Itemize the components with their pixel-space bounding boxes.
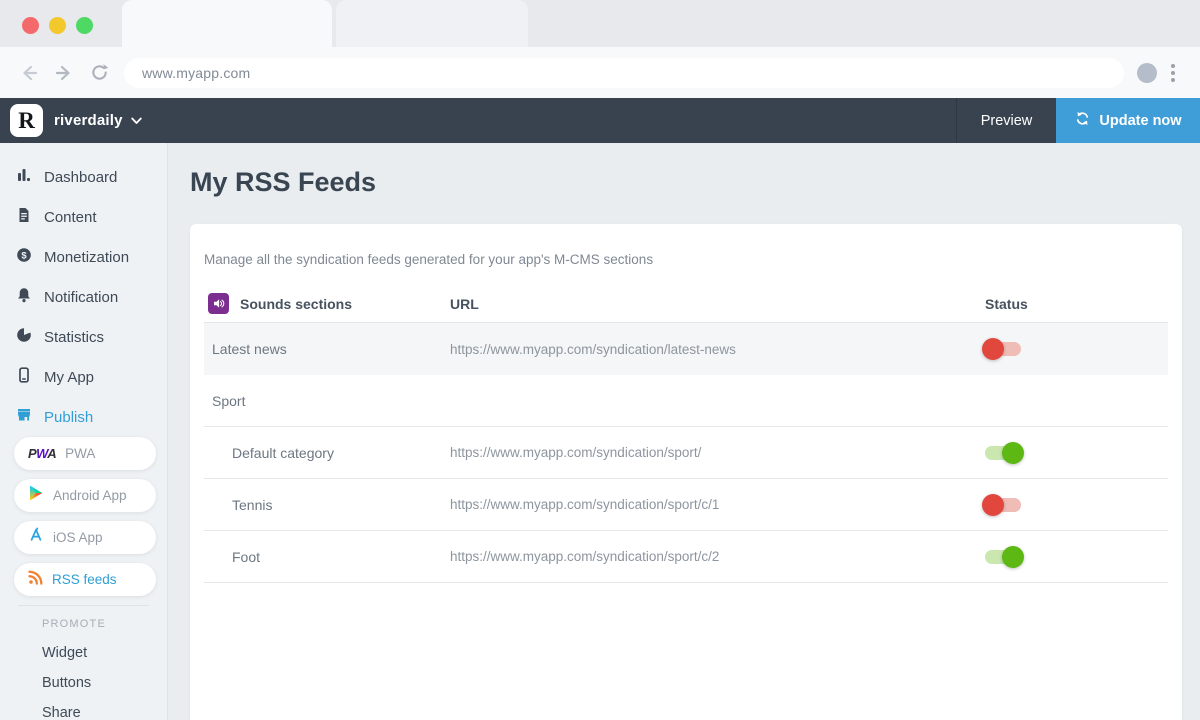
browser-tab-inactive[interactable] (336, 0, 528, 47)
pie-chart-icon (16, 327, 32, 348)
forward-icon[interactable] (53, 62, 75, 84)
sidebar-item-buttons[interactable]: Buttons (0, 668, 167, 698)
sidebar-item-notification[interactable]: Notification (0, 277, 167, 317)
pwa-logo-icon: PWA (28, 446, 56, 461)
reload-icon[interactable] (88, 62, 110, 84)
sidebar-item-publish[interactable]: Publish (0, 397, 167, 437)
app-store-icon (28, 527, 44, 548)
browser-tabstrip (0, 0, 1200, 47)
publish-option-ios[interactable]: iOS App (14, 521, 156, 554)
sidebar-item-statistics[interactable]: Statistics (0, 317, 167, 357)
preview-button[interactable]: Preview (956, 98, 1056, 143)
main-content: My RSS Feeds Manage all the syndication … (168, 143, 1200, 720)
chevron-down-icon[interactable] (131, 112, 142, 130)
sidebar-item-widget[interactable]: Widget (0, 638, 167, 668)
update-now-button[interactable]: Update now (1056, 98, 1200, 143)
rss-feeds-card: Manage all the syndication feeds generat… (190, 224, 1182, 720)
back-icon[interactable] (18, 62, 40, 84)
browser-profile-avatar[interactable] (1137, 63, 1157, 83)
table-row: Tennis https://www.myapp.com/syndication… (204, 479, 1168, 531)
sidebar: Dashboard Content $ Monetization Notific… (0, 143, 168, 720)
publish-option-rss[interactable]: RSS feeds (14, 563, 156, 596)
google-play-icon (28, 485, 44, 506)
column-header-status: Status (985, 296, 1168, 312)
status-toggle[interactable] (985, 498, 1021, 512)
table-row: Latest news https://www.myapp.com/syndic… (204, 323, 1168, 375)
promote-section-label: PROMOTE (0, 618, 167, 630)
address-bar-url: www.myapp.com (142, 65, 250, 81)
app-name: riverdaily (54, 112, 123, 129)
page-title: My RSS Feeds (190, 167, 1182, 198)
table-row: Foot https://www.myapp.com/syndication/s… (204, 531, 1168, 583)
status-toggle[interactable] (985, 342, 1021, 356)
table-group-row: Sport (204, 375, 1168, 427)
app-logo-letter: R (18, 108, 35, 134)
status-toggle[interactable] (985, 550, 1021, 564)
address-bar[interactable]: www.myapp.com (124, 58, 1124, 88)
maximize-window-button[interactable] (76, 17, 93, 34)
minimize-window-button[interactable] (49, 17, 66, 34)
publish-option-pwa[interactable]: PWA PWA (14, 437, 156, 470)
feed-name: Latest news (204, 341, 450, 357)
feed-url: https://www.myapp.com/syndication/latest… (450, 342, 985, 357)
sidebar-item-dashboard[interactable]: Dashboard (0, 157, 167, 197)
sidebar-divider (18, 605, 149, 606)
column-header-url: URL (450, 296, 985, 312)
feed-name: Foot (204, 549, 450, 565)
app-logo[interactable]: R (10, 104, 43, 137)
dollar-circle-icon: $ (16, 247, 32, 268)
close-window-button[interactable] (22, 17, 39, 34)
rss-icon (28, 570, 43, 590)
column-header-sections: Sounds sections (240, 296, 352, 312)
publish-option-android[interactable]: Android App (14, 479, 156, 512)
table-row: Default category https://www.myapp.com/s… (204, 427, 1168, 479)
app-header: R riverdaily Preview Update now (0, 98, 1200, 143)
sidebar-item-my-app[interactable]: My App (0, 357, 167, 397)
browser-menu-icon[interactable] (1167, 60, 1179, 86)
sync-icon (1074, 110, 1091, 131)
feed-name: Tennis (204, 497, 450, 513)
sidebar-item-share[interactable]: Share (0, 698, 167, 720)
table-header: Sounds sections URL Status (204, 285, 1168, 323)
status-toggle[interactable] (985, 446, 1021, 460)
smartphone-icon (16, 367, 32, 388)
sidebar-item-content[interactable]: Content (0, 197, 167, 237)
svg-text:$: $ (21, 250, 27, 261)
browser-toolbar: www.myapp.com (0, 47, 1200, 98)
feed-url: https://www.myapp.com/syndication/sport/… (450, 549, 985, 564)
feed-url: https://www.myapp.com/syndication/sport/… (450, 497, 985, 512)
feed-url: https://www.myapp.com/syndication/sport/ (450, 445, 985, 460)
feed-name: Default category (204, 445, 450, 461)
feed-group-name: Sport (204, 393, 450, 409)
bell-icon (16, 287, 32, 308)
card-description: Manage all the syndication feeds generat… (204, 252, 1168, 267)
bar-chart-icon (16, 167, 32, 188)
storefront-icon (16, 407, 32, 428)
document-icon (16, 207, 32, 228)
sidebar-item-monetization[interactable]: $ Monetization (0, 237, 167, 277)
speaker-icon (208, 293, 229, 314)
browser-tab-active[interactable] (122, 0, 332, 47)
